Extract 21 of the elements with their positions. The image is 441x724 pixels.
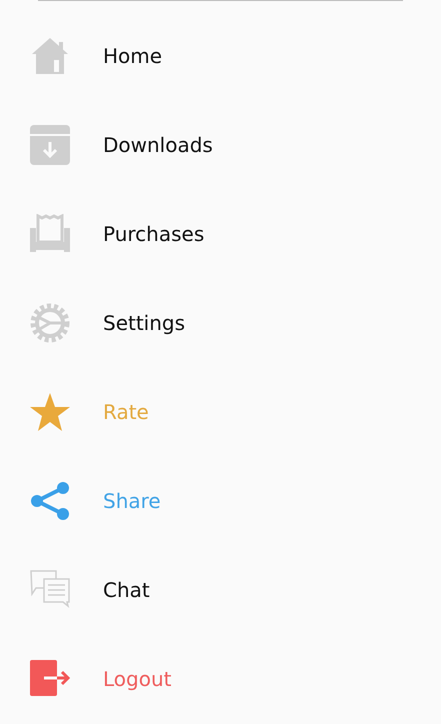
menu-label: Share <box>103 488 161 514</box>
menu-label: Chat <box>103 576 150 604</box>
menu-label: Downloads <box>103 132 213 158</box>
menu-item[interactable]: Settings <box>0 278 441 367</box>
menu-label: Purchases <box>103 220 204 248</box>
menu-label: Settings <box>103 310 186 336</box>
star-icon <box>30 392 70 432</box>
menu-item[interactable]: Home <box>0 11 441 100</box>
menu-label: Rate <box>103 398 149 426</box>
receipt-icon <box>30 214 70 254</box>
download-box-icon <box>30 124 70 164</box>
logout-icon <box>30 658 70 698</box>
menu-item[interactable]: Purchases <box>0 189 441 278</box>
share-icon <box>30 480 70 520</box>
gear-icon <box>30 302 70 342</box>
house-icon <box>30 36 70 76</box>
menu-item[interactable]: Downloads <box>0 100 441 189</box>
menu-item[interactable]: Chat <box>0 545 441 634</box>
menu-label: Logout <box>103 666 172 692</box>
chat-bubbles-icon <box>30 570 70 610</box>
menu-label: Home <box>103 42 162 70</box>
